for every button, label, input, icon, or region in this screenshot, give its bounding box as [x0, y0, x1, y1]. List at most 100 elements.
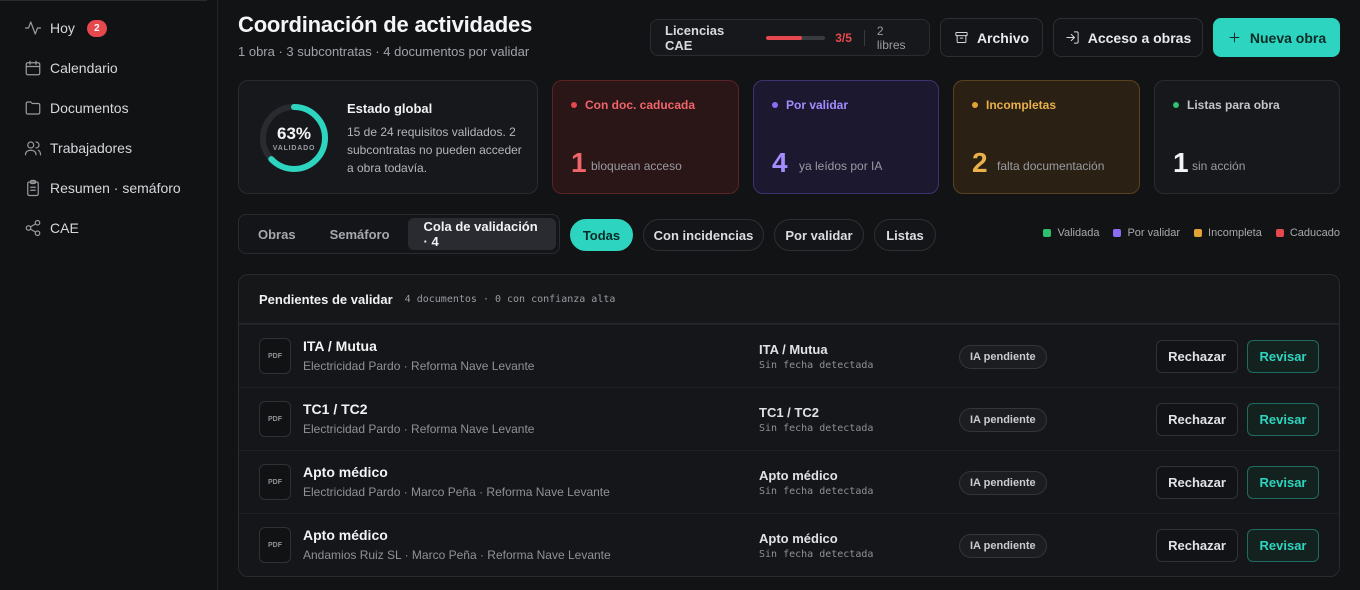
filter-ready[interactable]: Listas: [874, 219, 936, 251]
stat-label: Listas para obra: [1187, 98, 1280, 112]
validation-queue-panel: Pendientes de validar 4 documentos · 0 c…: [238, 274, 1340, 577]
tab-validation-queue[interactable]: Cola de validación · 4: [407, 218, 556, 250]
status-badge: IA pendiente: [959, 471, 1047, 495]
legend-label: Caducado: [1289, 227, 1340, 239]
stat-card-ready[interactable]: Listas para obra 1 sin acción: [1154, 80, 1340, 194]
legend-label: Por validar: [1127, 227, 1181, 239]
filter-pending[interactable]: Por validar: [774, 219, 864, 251]
stat-desc: ya leídos por IA: [799, 159, 883, 173]
activity-icon: [24, 21, 42, 35]
reject-button[interactable]: Rechazar: [1156, 340, 1238, 373]
sidebar-item-calendario[interactable]: Calendario: [24, 56, 118, 80]
sidebar-divider: [0, 0, 207, 1]
document-context: Electricidad Pardo · Marco Peña · Reform…: [303, 485, 610, 499]
sidebar-item-label: Calendario: [50, 60, 118, 76]
sidebar-item-hoy[interactable]: Hoy 2: [24, 16, 107, 40]
legend-item: Por validar: [1113, 227, 1180, 239]
stat-header: Con doc. caducada: [571, 98, 695, 112]
legend-swatch: [1275, 229, 1284, 237]
archive-button-label: Archivo: [976, 29, 1030, 46]
panel-meta: 4 documentos · 0 con confianza alta: [404, 293, 616, 305]
review-button[interactable]: Revisar: [1247, 340, 1319, 373]
stat-header: Listas para obra: [1173, 98, 1280, 112]
document-date: Sin fecha detectada: [759, 486, 874, 497]
sidebar-item-cae[interactable]: CAE: [24, 216, 79, 240]
table-row[interactable]: PDF TC1 / TC2 Electricidad Pardo · Refor…: [239, 387, 1339, 450]
reject-button[interactable]: Rechazar: [1156, 466, 1238, 499]
status-badge: IA pendiente: [959, 345, 1047, 369]
tab-obras[interactable]: Obras: [242, 218, 312, 250]
stat-card-incomplete[interactable]: Incompletas 2 falta documentación: [953, 80, 1140, 194]
calendar-icon: [25, 60, 41, 76]
clipboard-icon: [27, 179, 39, 197]
sidebar-item-label: CAE: [50, 220, 79, 236]
folder-icon: [25, 101, 41, 115]
sidebar-item-label: Documentos: [50, 100, 129, 116]
legend-swatch: [1194, 229, 1203, 237]
sidebar-item-documentos[interactable]: Documentos: [24, 96, 129, 120]
stat-value: 4: [772, 147, 788, 178]
table-row[interactable]: PDF ITA / Mutua Electricidad Pardo · Ref…: [239, 324, 1339, 387]
filter-all[interactable]: Todas: [570, 219, 633, 251]
document-title: Apto médico: [303, 464, 388, 480]
legend-swatch: [1043, 229, 1052, 237]
document-title: Apto médico: [303, 527, 388, 543]
legend-label: Validada: [1057, 227, 1100, 239]
status-badge: IA pendiente: [959, 534, 1047, 558]
status-dot: [1173, 102, 1179, 108]
plus-icon: [1229, 32, 1240, 43]
document-context: Andamios Ruiz SL · Marco Peña · Reforma …: [303, 548, 611, 562]
status-dot: [972, 102, 978, 108]
access-sites-button[interactable]: Acceso a obras: [1053, 18, 1203, 57]
filter-incidents[interactable]: Con incidencias: [643, 219, 764, 251]
new-site-label: Nueva obra: [1249, 29, 1327, 46]
sidebar-item-label: Trabajadores: [50, 140, 132, 156]
share-icon: [25, 219, 41, 237]
legend-label: Incompleta: [1208, 227, 1262, 239]
review-button[interactable]: Revisar: [1247, 403, 1319, 436]
stat-value: 1: [1173, 147, 1189, 178]
global-status-text: 15 de 24 requisitos validados. 2 subcont…: [347, 125, 522, 175]
legend-swatch: [1113, 229, 1122, 237]
licenses-progress-bar: [766, 35, 826, 40]
stat-card-pending[interactable]: Por validar 4 ya leídos por IA: [753, 80, 939, 194]
sidebar-item-label: Resumen · semáforo: [50, 180, 181, 196]
sidebar-item-resumen[interactable]: Resumen · semáforo: [24, 176, 181, 200]
access-sites-label: Acceso a obras: [1087, 29, 1192, 46]
reject-button[interactable]: Rechazar: [1156, 403, 1238, 436]
document-title: TC1 / TC2: [303, 401, 368, 417]
document-type: TC1 / TC2: [759, 405, 819, 420]
progress-percent: 63%: [276, 124, 312, 143]
pdf-file-icon: PDF: [259, 338, 291, 374]
panel-header: Pendientes de validar 4 documentos · 0 c…: [239, 275, 1339, 324]
tab-semaforo[interactable]: Semáforo: [314, 218, 406, 250]
licenses-indicator[interactable]: Licencias CAE 3/5 2 libres: [650, 19, 930, 56]
stat-card-expired[interactable]: Con doc. caducada 1 bloquean acceso: [552, 80, 739, 194]
table-row[interactable]: PDF Apto médico Andamios Ruiz SL · Marco…: [239, 513, 1339, 576]
table-row[interactable]: PDF Apto médico Electricidad Pardo · Mar…: [239, 450, 1339, 513]
document-date: Sin fecha detectada: [759, 360, 874, 371]
document-context: Electricidad Pardo · Reforma Nave Levant…: [303, 359, 535, 373]
stat-desc: bloquean acceso: [591, 159, 682, 173]
panel-title: Pendientes de validar: [259, 291, 393, 307]
stat-desc: sin acción: [1192, 159, 1246, 173]
legend-item: Validada: [1043, 227, 1099, 239]
reject-button[interactable]: Rechazar: [1156, 529, 1238, 562]
status-dot: [571, 102, 577, 108]
document-type: Apto médico: [759, 531, 838, 546]
licenses-label: Licencias CAE: [665, 22, 725, 53]
sidebar-item-trabajadores[interactable]: Trabajadores: [24, 136, 132, 160]
document-type: Apto médico: [759, 468, 838, 483]
sidebar: Hoy 2 Calendario Documentos Trabajadores…: [0, 0, 218, 590]
licenses-progress-fill: [766, 35, 802, 40]
new-site-button[interactable]: Nueva obra: [1213, 18, 1340, 57]
stat-value: 1: [571, 147, 587, 178]
stat-value: 2: [972, 147, 988, 178]
archive-button[interactable]: Archivo: [940, 18, 1043, 57]
stat-label: Por validar: [786, 98, 849, 112]
review-button[interactable]: Revisar: [1247, 529, 1319, 562]
review-button[interactable]: Revisar: [1247, 466, 1319, 499]
pdf-file-icon: PDF: [259, 401, 291, 437]
page-subtitle: 1 obra · 3 subcontratas · 4 documentos p…: [238, 44, 530, 59]
document-type: ITA / Mutua: [759, 342, 828, 357]
